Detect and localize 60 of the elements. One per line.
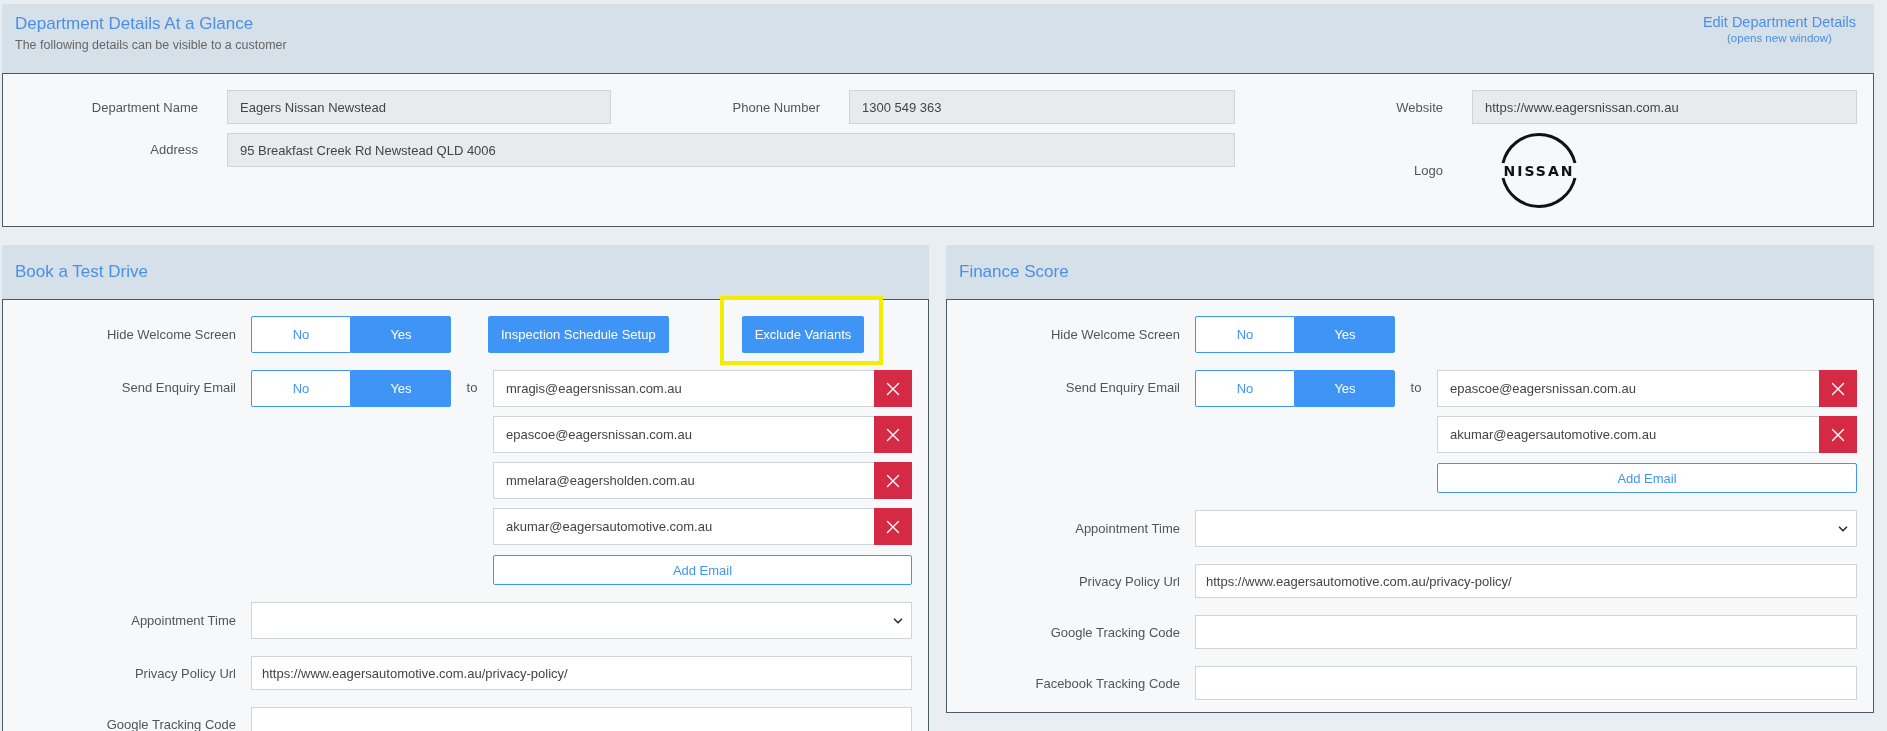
panel-title: Finance Score (959, 262, 1069, 282)
edit-link[interactable]: Edit Department Details (1702, 14, 1856, 30)
add-email-button[interactable]: Add Email (493, 555, 912, 585)
email-field[interactable]: akumar@eagersautomotive.com.au (1437, 416, 1819, 453)
text-field[interactable]: https://www.eagersautomotive.com.au/privacy-policy/ (251, 656, 912, 690)
brand-logo: NISSAN (1494, 133, 1584, 208)
action-button[interactable]: Exclude Variants (741, 316, 865, 353)
delete-button[interactable] (874, 508, 912, 545)
to-label: to (465, 379, 479, 395)
field-label: Website (1395, 99, 1443, 115)
field-label: Send Enquiry Email (120, 379, 236, 395)
delete-button[interactable] (1819, 370, 1857, 407)
readonly-field: 95 Breakfast Creek Rd Newstead QLD 4006 (227, 133, 1235, 167)
add-email-button[interactable]: Add Email (1437, 463, 1857, 493)
delete-button[interactable] (874, 416, 912, 453)
action-button[interactable]: Inspection Schedule Setup (488, 316, 669, 353)
field-label: Privacy Policy Url (133, 665, 236, 681)
panel-subtitle: The following details can be visible to a customer (15, 38, 287, 52)
email-field[interactable]: mragis@eagersnissan.com.au (493, 370, 874, 407)
readonly-field: https://www.eagersnissan.com.au (1472, 90, 1857, 124)
field-label: Logo (1413, 163, 1443, 178)
field-label: Address (149, 141, 198, 157)
email-field[interactable]: epascoe@eagersnissan.com.au (493, 416, 874, 453)
field-label: Google Tracking Code (105, 716, 236, 731)
delete-button[interactable] (1819, 416, 1857, 453)
field-label: Appointment Time (130, 613, 236, 628)
text-field[interactable] (1195, 666, 1857, 700)
field-label: Hide Welcome Screen (1049, 327, 1180, 342)
panel-title: Book a Test Drive (15, 262, 148, 282)
text-field[interactable] (251, 707, 912, 731)
select-field[interactable] (1195, 510, 1857, 547)
field-label: Department Name (90, 99, 198, 115)
field-label: Google Tracking Code (1049, 624, 1180, 640)
toggle-option[interactable]: Yes (1295, 316, 1395, 353)
email-field[interactable]: epascoe@eagersnissan.com.au (1437, 370, 1819, 407)
delete-button[interactable] (874, 370, 912, 407)
toggle-option[interactable]: Yes (1295, 370, 1395, 407)
email-field[interactable]: mmelara@eagersholden.com.au (493, 462, 874, 499)
field-label: Hide Welcome Screen (105, 327, 236, 342)
link-note: (opens new window) (1727, 32, 1832, 44)
toggle-option[interactable]: Yes (351, 316, 451, 353)
field-label: Privacy Policy Url (1077, 573, 1180, 589)
to-label: to (1409, 379, 1423, 395)
readonly-field: Eagers Nissan Newstead (227, 90, 611, 124)
text-field[interactable] (1195, 615, 1857, 649)
toggle-option[interactable]: No (1195, 316, 1295, 353)
field-label: Phone Number (731, 99, 820, 115)
toggle-option[interactable]: Yes (351, 370, 451, 407)
select-field[interactable] (251, 602, 912, 639)
delete-button[interactable] (874, 462, 912, 499)
toggle-option[interactable]: No (1195, 370, 1295, 407)
text-field[interactable]: https://www.eagersautomotive.com.au/privacy-policy/ (1195, 564, 1857, 598)
field-label: Appointment Time (1074, 521, 1180, 536)
readonly-field: 1300 549 363 (849, 90, 1235, 124)
field-label: Send Enquiry Email (1064, 379, 1180, 395)
toggle-option[interactable]: No (251, 370, 351, 407)
email-field[interactable]: akumar@eagersautomotive.com.au (493, 508, 874, 545)
field-label: Facebook Tracking Code (1034, 675, 1180, 691)
panel-title: Department Details At a Glance (15, 14, 255, 34)
toggle-option[interactable]: No (251, 316, 351, 353)
